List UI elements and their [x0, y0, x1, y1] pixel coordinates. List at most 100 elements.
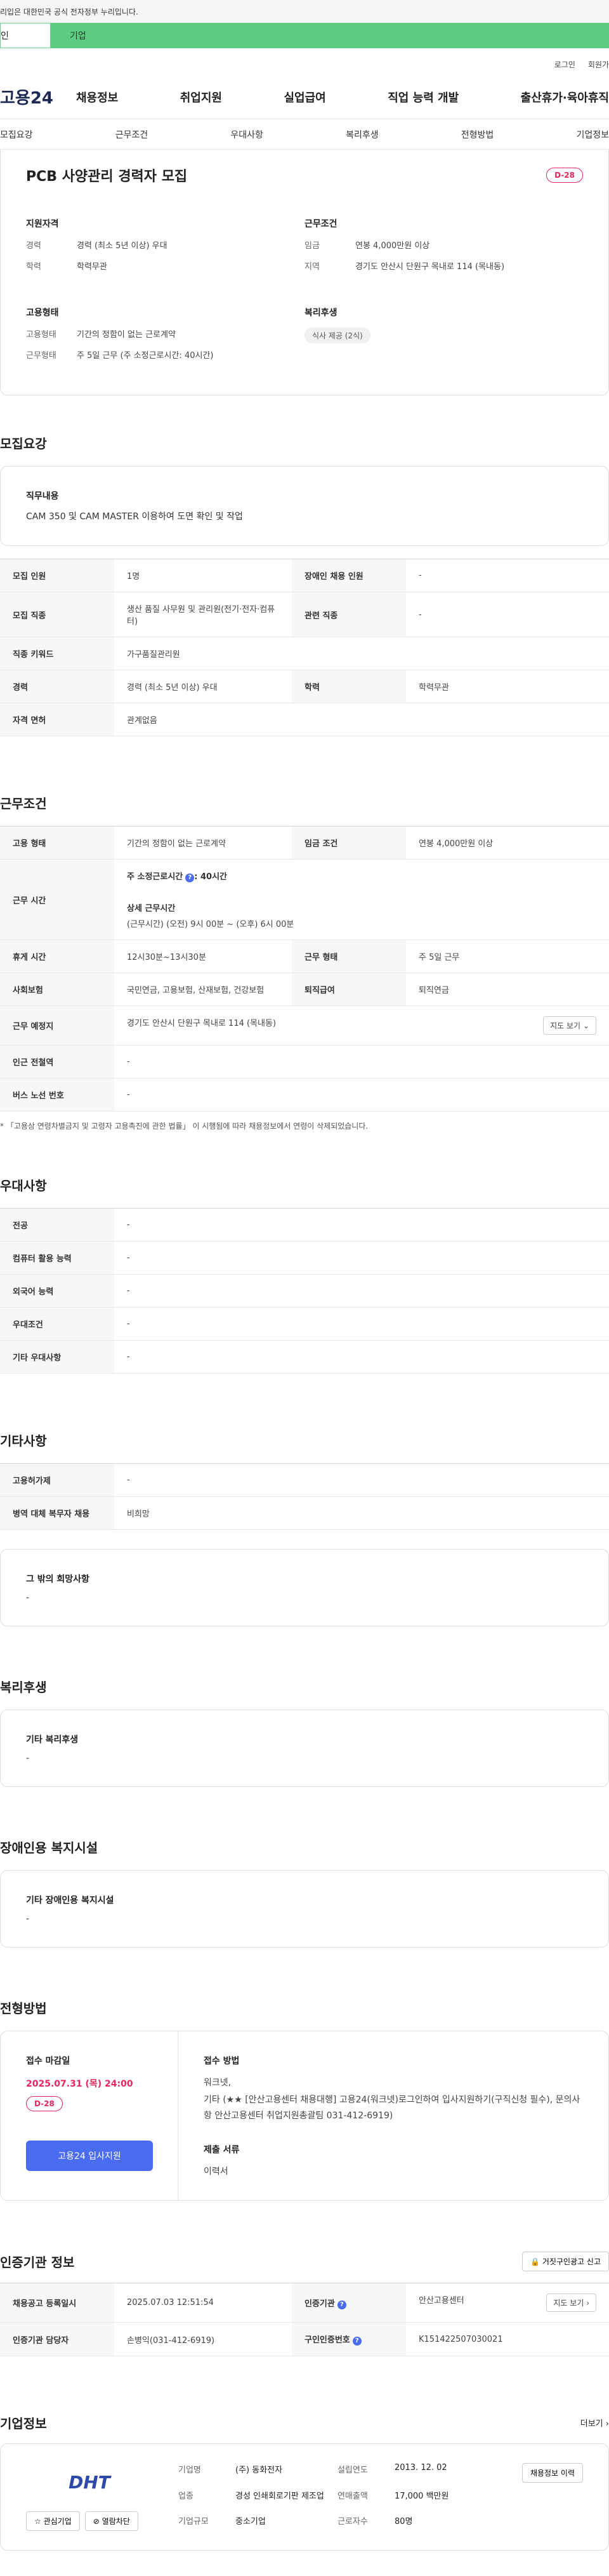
report-fake-ad-button[interactable]: 🔒 거짓구인광고 신고	[522, 2252, 609, 2272]
login-link[interactable]: 로그인	[554, 59, 575, 70]
company-logo: DHT	[69, 2471, 110, 2493]
dday-badge: D-28	[546, 168, 583, 183]
table-header-cell: 모집 직종	[0, 592, 114, 637]
subnav-screening[interactable]: 전형방법	[461, 128, 494, 141]
help-icon[interactable]: ?	[352, 2337, 362, 2346]
section-nav: 모집요강 근무조건 우대사항 복리후생 전형방법 기업정보	[0, 119, 609, 150]
recruit-heading: 모집요강	[0, 436, 47, 451]
tab-individual[interactable]: 인	[0, 23, 51, 48]
help-icon[interactable]: ?	[337, 2300, 346, 2309]
site-logo[interactable]: 고용24	[0, 85, 76, 109]
map-button[interactable]: 지도 보기 ›	[546, 2294, 596, 2313]
tab-company[interactable]: 기업	[51, 23, 609, 48]
company-heading: 기업정보	[0, 2416, 47, 2432]
table-header-cell: 자격 면허	[0, 703, 114, 736]
deadline-value: 2025.07.31 (목) 24:00	[26, 2079, 133, 2089]
welfare-block: 복리후생 식사 제공 (2식)	[304, 306, 583, 369]
block-icon: ⊘	[93, 2517, 100, 2526]
welfare-heading: 복리후생	[0, 1680, 47, 1695]
map-button-label: 지도 보기	[550, 1021, 581, 1030]
gnb-jobs[interactable]: 채용정보	[76, 89, 118, 105]
dday-badge: D-28	[26, 2096, 63, 2111]
block-view-button[interactable]: ⊘ 열람차단	[84, 2511, 138, 2532]
signup-link[interactable]: 회원가	[588, 59, 609, 70]
table-row: 자격 면허 관계없음	[0, 703, 609, 736]
gnb-parental-leave[interactable]: 출산휴가·육아휴직	[521, 89, 609, 105]
table-row: 인증기관 담당자 손병익(031-412-6919) 구인인증번호? K1514225…	[0, 2322, 609, 2357]
star-icon: ☆	[34, 2517, 41, 2526]
detail-label: 기업명	[178, 2466, 201, 2476]
tab-company-label: 기업	[70, 31, 86, 41]
subnav-work[interactable]: 근무조건	[115, 128, 148, 141]
table-cell: 주 5일 근무	[406, 939, 609, 973]
kv-label: 학력	[26, 262, 41, 272]
table-cell: 국민연금, 고용보험, 산재보험, 건강보험	[114, 973, 292, 1006]
subnav-welfare[interactable]: 복리후생	[346, 128, 379, 141]
disabled-facility-value: -	[26, 1914, 30, 1924]
condition-block: 근무조건 임금 연봉 4,000만원 이상 지역 경기도 안산시 단원구 목내로 1…	[304, 217, 583, 281]
table-header-cell: 외국어 능력	[0, 1274, 114, 1308]
table-header-cell: 장애인 채용 인원	[292, 559, 406, 592]
table-cell: -	[406, 592, 609, 637]
kv-label: 경력	[26, 241, 41, 251]
table-header-cell: 근무 형태	[292, 939, 406, 973]
deadline-label: 접수 마감일	[26, 2056, 70, 2066]
table-cell: -	[114, 1340, 609, 1374]
table-row: 외국어 능력 -	[0, 1274, 609, 1308]
gnb-menu: 채용정보 취업지원 실업급여 직업 능력 개발 출산휴가·육아휴직	[76, 89, 609, 105]
cert-agency-label: 인증기관	[304, 2299, 335, 2309]
global-nav: 고용24 채용정보 취업지원 실업급여 직업 능력 개발 출산휴가·육아휴직	[0, 75, 609, 119]
subnav-company[interactable]: 기업정보	[576, 128, 609, 141]
employment-heading: 고용형태	[26, 308, 59, 318]
kv-value: 연봉 4,000만원 이상	[355, 241, 430, 251]
gnb-employment-support[interactable]: 취업지원	[180, 89, 222, 105]
table-cell: 가구품질관리원	[114, 637, 609, 670]
table-cell: -	[114, 1208, 609, 1242]
company-logo-area: DHT ☆ 관심기업 ⊘ 열람차단	[26, 2463, 153, 2532]
welfare-value: -	[26, 1753, 30, 1763]
table-cell: 12시30분~13시30분	[114, 939, 292, 973]
qualification-block: 지원자격 경력 경력 (최소 5년 이상) 우대 학력 학력무관	[26, 217, 304, 281]
detail-label: 설립연도	[337, 2466, 368, 2476]
screening-heading: 전형방법	[0, 2001, 47, 2016]
more-label: 더보기	[580, 2419, 603, 2429]
gnb-vocational-training[interactable]: 직업 능력 개발	[388, 89, 459, 105]
table-cell: 경력 (최소 5년 이상) 우대	[114, 670, 292, 703]
report-label: 거짓구인광고 신고	[542, 2257, 601, 2267]
table-row: 우대조건 -	[0, 1307, 609, 1341]
table-header-cell: 경력	[0, 670, 114, 703]
detail-value: 중소기업	[235, 2517, 266, 2527]
help-icon[interactable]: ?	[185, 873, 195, 882]
hiring-history-button[interactable]: 채용정보 이력	[521, 2463, 583, 2483]
table-cell: -	[114, 1274, 609, 1308]
detail-value: 2013. 12. 02	[394, 2463, 447, 2473]
table-header-cell: 고용허가제	[0, 1463, 114, 1497]
table-header-cell: 우대조건	[0, 1307, 114, 1341]
subnav-recruit[interactable]: 모집요강	[0, 128, 33, 141]
map-button[interactable]: 지도 보기 ⌄	[543, 1016, 596, 1035]
welfare-heading: 복리후생	[304, 308, 337, 318]
table-header-cell: 전공	[0, 1208, 114, 1242]
welfare-box: 기타 복리후생 -	[0, 1710, 609, 1787]
apply-button[interactable]: 고용24 입사지원	[26, 2141, 153, 2171]
job-title: PCB 사양관리 경력자 모집	[26, 169, 188, 185]
cert-number-label: 구인인증번호	[304, 2335, 350, 2346]
table-cell: -	[406, 559, 609, 592]
subnav-prefer[interactable]: 우대사항	[230, 128, 263, 141]
table-header-cell: 근무 예정지	[0, 1006, 114, 1046]
favorite-company-button[interactable]: ☆ 관심기업	[26, 2511, 80, 2532]
map-button-label: 지도 보기	[553, 2299, 584, 2308]
table-header-cell: 인증기관 담당자	[0, 2322, 114, 2357]
method-panel: 접수 방법 워크넷, 기타 (★★ [안산고용센터 채용대행] 고용24(워크넷…	[178, 2031, 608, 2200]
table-row: 고용 형태 기간의 정함이 없는 근로계약 임금 조건 연봉 4,000만원 이상	[0, 826, 609, 860]
gnb-unemployment-benefit[interactable]: 실업급여	[284, 89, 326, 105]
deadline-panel: 접수 마감일 2025.07.31 (목) 24:00 D-28 고용24 입사…	[1, 2031, 178, 2201]
more-link[interactable]: 더보기 ›	[580, 2417, 609, 2429]
table-cell: -	[114, 1045, 609, 1079]
table-row: 경력 경력 (최소 5년 이상) 우대 학력 학력무관	[0, 670, 609, 703]
table-cell: -	[114, 1463, 609, 1497]
disabled-facility-box: 기타 장애인용 복지시설 -	[0, 1870, 609, 1948]
table-cell: 관계없음	[114, 703, 609, 736]
kv-value: 주 5일 근무 (주 소정근로시간: 40시간)	[77, 351, 214, 361]
table-cell: 손병익(031-412-6919)	[114, 2322, 292, 2357]
